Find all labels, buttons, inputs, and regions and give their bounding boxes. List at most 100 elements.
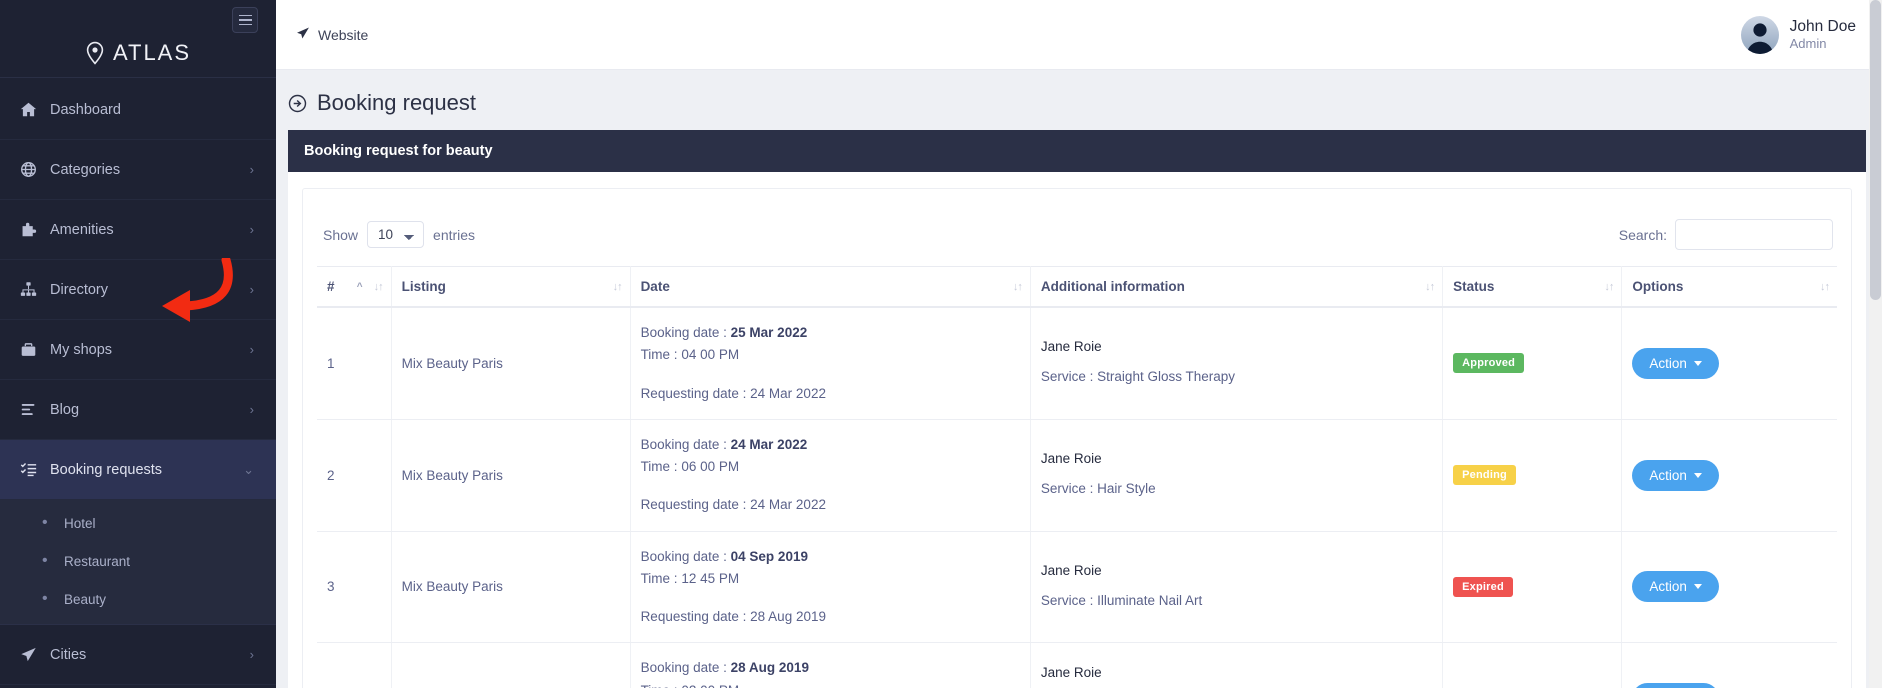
sidebar-item-label: Booking requests xyxy=(50,462,243,478)
sidebar-item-label: My shops xyxy=(50,342,250,358)
sidebar-subitem-label: Hotel xyxy=(64,516,96,531)
chevron-right-icon: › xyxy=(250,648,254,661)
cell-listing[interactable]: Mix Beauty Paris xyxy=(391,419,630,531)
cell-listing[interactable]: Mix Beauty Paris xyxy=(391,643,630,688)
chevron-down-icon: ⌄ xyxy=(243,463,254,476)
listing-link[interactable]: Mix Beauty Paris xyxy=(402,468,503,483)
entries-length-control: Show 10 25 50 100 entries xyxy=(323,221,475,248)
action-button[interactable]: Action xyxy=(1632,683,1719,688)
caret-down-icon xyxy=(1694,584,1702,589)
topbar: Website John Doe Admin xyxy=(276,0,1882,70)
cell-options: Action xyxy=(1622,643,1837,688)
customer-name: Jane Roie xyxy=(1041,563,1432,578)
booking-date-line: Booking date : 24 Mar 2022 xyxy=(641,434,1020,456)
sidebar-item-amenities[interactable]: Amenities › xyxy=(0,200,276,260)
user-name: John Doe xyxy=(1790,17,1856,36)
table-row: 1 Mix Beauty Paris Booking date : 25 Mar… xyxy=(317,307,1837,419)
cell-status: Approved xyxy=(1443,307,1622,419)
datatable-controls: Show 10 25 50 100 entries Search: xyxy=(317,211,1837,266)
brand-logo[interactable]: ATLAS xyxy=(0,36,276,78)
sidebar-subitem-beauty[interactable]: • Beauty xyxy=(0,580,276,618)
status-badge: Pending xyxy=(1453,465,1516,485)
action-button-label: Action xyxy=(1649,579,1687,594)
main-content: Website John Doe Admin xyxy=(276,0,1882,688)
cell-additional-information: Jane Roie Service : Illuminate Nail Art xyxy=(1030,531,1442,643)
checklist-icon xyxy=(20,461,50,478)
listing-link[interactable]: Mix Beauty Paris xyxy=(402,579,503,594)
column-header-status[interactable]: Status ↓↑ xyxy=(1443,267,1622,308)
show-label: Show xyxy=(323,227,358,243)
booking-request-card: Booking request for beauty Show 10 25 50… xyxy=(288,130,1866,688)
sidebar-item-directory[interactable]: Directory › xyxy=(0,260,276,320)
booking-date-line: Booking date : 04 Sep 2019 xyxy=(641,546,1020,568)
cell-options: Action xyxy=(1622,307,1837,419)
action-button[interactable]: Action xyxy=(1632,348,1719,379)
sort-icon: ↓↑ xyxy=(1604,281,1613,293)
column-header-options[interactable]: Options ↓↑ xyxy=(1622,267,1837,308)
cell-listing[interactable]: Mix Beauty Paris xyxy=(391,531,630,643)
sidebar-item-cities[interactable]: Cities › xyxy=(0,625,276,685)
customer-name: Jane Roie xyxy=(1041,665,1432,680)
brand-name: ATLAS xyxy=(113,40,191,66)
scrollbar-thumb[interactable] xyxy=(1870,0,1881,300)
column-header-listing[interactable]: Listing ↓↑ xyxy=(391,267,630,308)
home-icon xyxy=(20,101,50,118)
sidebar-subitem-label: Beauty xyxy=(64,592,106,607)
column-header-date[interactable]: Date ↓↑ xyxy=(630,267,1030,308)
action-button[interactable]: Action xyxy=(1632,460,1719,491)
sidebar-item-dashboard[interactable]: Dashboard xyxy=(0,80,276,140)
sidebar-item-label: Blog xyxy=(50,402,250,418)
chevron-right-icon: › xyxy=(250,163,254,176)
sidebar-subitem-hotel[interactable]: • Hotel xyxy=(0,504,276,542)
cell-status: Pending xyxy=(1443,419,1622,531)
sidebar-item-booking-requests[interactable]: Booking requests ⌄ xyxy=(0,440,276,500)
user-menu[interactable]: John Doe Admin xyxy=(1741,16,1856,54)
sitemap-icon xyxy=(20,281,50,298)
sidebar-item-categories[interactable]: Categories › xyxy=(0,140,276,200)
action-button-label: Action xyxy=(1649,356,1687,371)
puzzle-icon xyxy=(20,221,50,238)
search-label: Search: xyxy=(1619,227,1667,243)
cell-date: Booking date : 25 Mar 2022 Time : 04 00 … xyxy=(630,307,1030,419)
user-role: Admin xyxy=(1790,36,1856,52)
entries-select[interactable]: 10 25 50 100 xyxy=(367,221,424,248)
paper-plane-icon xyxy=(20,646,50,663)
app-root: ATLAS Dashboard Categories › xyxy=(0,0,1882,688)
card-title: Booking request for beauty xyxy=(288,130,1866,172)
sort-icon: ↓↑ xyxy=(374,281,383,293)
chevron-right-icon: › xyxy=(250,223,254,236)
status-badge: Approved xyxy=(1453,353,1524,373)
website-link[interactable]: Website xyxy=(296,26,368,43)
search-input[interactable] xyxy=(1675,219,1833,250)
avatar xyxy=(1741,16,1779,54)
chevron-right-icon: › xyxy=(250,343,254,356)
sidebar-subitem-label: Restaurant xyxy=(64,554,130,569)
status-badge: Expired xyxy=(1453,577,1513,597)
requesting-date-line: Requesting date : 24 Mar 2022 xyxy=(641,494,1020,516)
user-meta: John Doe Admin xyxy=(1790,17,1856,53)
column-header-additional-information[interactable]: Additional information ↓↑ xyxy=(1030,267,1442,308)
sidebar-item-my-shops[interactable]: My shops › xyxy=(0,320,276,380)
column-header-index[interactable]: # ^ ↓↑ xyxy=(317,267,391,308)
cell-index: 1 xyxy=(317,307,391,419)
globe-icon xyxy=(20,161,50,178)
action-button[interactable]: Action xyxy=(1632,571,1719,602)
sort-icon: ↓↑ xyxy=(1425,281,1434,293)
page-title: Booking request xyxy=(276,70,1882,130)
sidebar-item-label: Cities xyxy=(50,647,250,663)
caret-up-icon: ^ xyxy=(357,281,363,292)
cell-date: Booking date : 04 Sep 2019 Time : 12 45 … xyxy=(630,531,1030,643)
cell-status: Expired xyxy=(1443,531,1622,643)
cell-date: Booking date : 24 Mar 2022 Time : 06 00 … xyxy=(630,419,1030,531)
page-scrollbar[interactable] xyxy=(1869,0,1882,688)
chevron-right-icon: › xyxy=(250,283,254,296)
hamburger-icon[interactable] xyxy=(232,7,258,33)
sidebar-item-blog[interactable]: Blog › xyxy=(0,380,276,440)
action-button-label: Action xyxy=(1649,468,1687,483)
booking-requests-table: # ^ ↓↑ Listing ↓↑ Date ↓ xyxy=(317,266,1837,688)
booking-time-line: Time : 12 45 PM xyxy=(641,568,1020,590)
cell-listing[interactable]: Mix Beauty Paris xyxy=(391,307,630,419)
sidebar-subitem-restaurant[interactable]: • Restaurant xyxy=(0,542,276,580)
listing-link[interactable]: Mix Beauty Paris xyxy=(402,356,503,371)
sidebar-top xyxy=(0,0,276,36)
